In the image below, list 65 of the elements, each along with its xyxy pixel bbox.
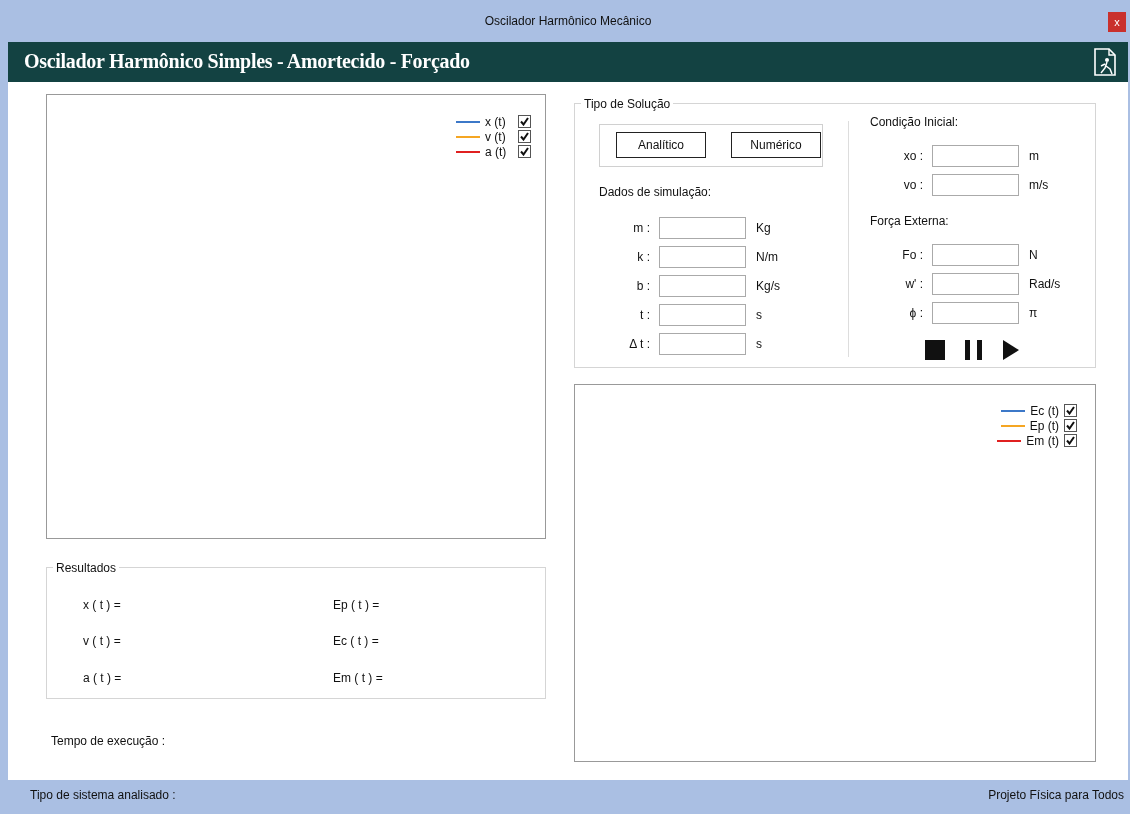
stop-button[interactable] <box>925 339 945 360</box>
field-label: t : <box>639 307 651 322</box>
field-label: m : <box>632 220 651 235</box>
field-label: k : <box>636 249 651 264</box>
checkbox[interactable] <box>518 115 531 129</box>
checkbox[interactable] <box>1064 404 1077 418</box>
input-field[interactable] <box>659 245 746 268</box>
result-label: Em ( t ) = <box>333 670 384 687</box>
unit-label: N <box>1029 247 1038 262</box>
play-button[interactable] <box>1003 339 1019 360</box>
legend-label: Ec (t) <box>1030 403 1059 418</box>
app-title: Oscilador Harmônico Simples - Amortecido - Forçado <box>24 50 470 74</box>
legend-label: a (t) <box>485 144 508 159</box>
section-heading: Força Externa: <box>870 213 950 228</box>
input-field[interactable] <box>659 216 746 239</box>
field-label: w' : <box>904 276 924 291</box>
unit-label: m <box>1029 148 1039 163</box>
execution-time-label: Tempo de execução : <box>51 733 167 748</box>
section-heading: Condição Inicial: <box>870 114 960 129</box>
unit-label: Rad/s <box>1029 276 1061 291</box>
input-field[interactable] <box>932 301 1019 324</box>
window-title: Oscilador Harmônico Mecânico <box>484 13 652 28</box>
result-label: a ( t ) = <box>83 670 123 687</box>
unit-label: s <box>756 307 762 322</box>
field-label: Δ t : <box>628 336 651 351</box>
legend-label: x (t) <box>485 114 507 129</box>
status-text: Tipo de sistema analisado : <box>30 788 176 803</box>
result-label: Ec ( t ) = <box>333 634 380 651</box>
result-label: v ( t ) = <box>83 634 122 651</box>
solution-button[interactable]: Analítico <box>616 132 706 159</box>
field-label: vo : <box>902 177 924 192</box>
checkbox[interactable] <box>518 130 531 144</box>
document-person-icon[interactable] <box>1092 46 1118 77</box>
unit-label: Kg/s <box>756 278 780 293</box>
group-title: Resultados <box>56 560 117 575</box>
checkbox[interactable] <box>1064 419 1077 433</box>
field-label: b : <box>635 278 651 293</box>
unit-label: Kg <box>756 220 771 235</box>
checkbox[interactable] <box>1064 434 1077 448</box>
legend-label: Em (t) <box>1026 433 1059 448</box>
input-field[interactable] <box>659 303 746 326</box>
unit-label: N/m <box>756 249 778 264</box>
unit-label: s <box>756 336 762 351</box>
unit-label: π <box>1029 305 1038 320</box>
field-label: ϕ : <box>908 305 924 320</box>
pause-button[interactable] <box>965 339 983 360</box>
solution-button[interactable]: Numérico <box>731 132 821 159</box>
close-button[interactable]: x <box>1108 12 1126 32</box>
field-label: Fo : <box>901 247 924 262</box>
input-field[interactable] <box>659 332 746 355</box>
checkbox[interactable] <box>518 145 531 159</box>
legend-label: v (t) <box>485 129 507 144</box>
unit-label: m/s <box>1029 177 1049 192</box>
result-label: Ep ( t ) = <box>333 597 381 614</box>
input-field[interactable] <box>659 274 746 297</box>
section-heading: Dados de simulação: <box>599 184 713 199</box>
result-label: x ( t ) = <box>83 597 122 614</box>
input-field[interactable] <box>932 144 1019 167</box>
group-title: Tipo de Solução <box>584 96 671 111</box>
status-text: Projeto Física para Todos <box>988 788 1124 803</box>
legend-label: Ep (t) <box>1029 418 1059 433</box>
input-field[interactable] <box>932 173 1019 196</box>
input-field[interactable] <box>932 272 1019 295</box>
field-label: xo : <box>902 148 924 163</box>
input-field[interactable] <box>932 243 1019 266</box>
